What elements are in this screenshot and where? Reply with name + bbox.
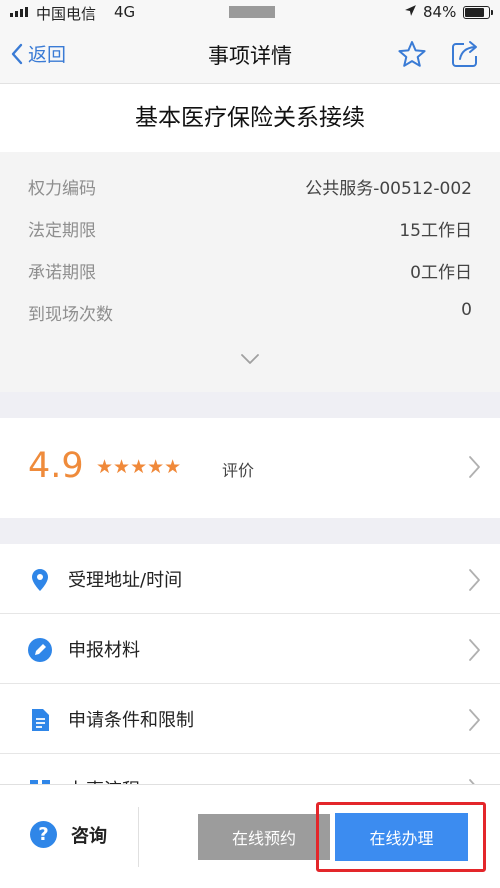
chevron-right-icon [467, 638, 481, 666]
info-value: 0 [461, 300, 472, 320]
info-value: 公共服务-00512-002 [305, 179, 472, 199]
divider [138, 807, 139, 867]
menu-item-label: 申报材料 [68, 640, 140, 661]
highlight-box [316, 802, 486, 872]
carrier-name: 中国电信 [36, 5, 97, 23]
location-pin-icon [26, 566, 54, 594]
star-rating-icon: ★★★★★ [96, 456, 182, 478]
location-arrow-icon [404, 4, 417, 21]
chevron-down-icon[interactable] [240, 350, 260, 369]
network-type: 4G [114, 3, 136, 21]
flow-icon [26, 776, 54, 784]
info-label: 承诺期限 [28, 263, 96, 283]
star-icon[interactable] [397, 40, 427, 72]
redacted-time [229, 6, 275, 18]
item-title: 基本医疗保险关系接续 [0, 84, 500, 152]
menu-item-label: 办事流程 [68, 776, 140, 784]
menu-item-address[interactable]: 受理地址/时间 [0, 544, 500, 614]
chevron-right-icon [467, 708, 481, 736]
info-row: 权力编码 公共服务-00512-002 [28, 174, 472, 204]
detail-menu: 受理地址/时间 申报材料 申请条件和限制 办事流程 [0, 544, 500, 784]
nav-bar: 返回 事项详情 [0, 24, 500, 84]
rating-label: 评价 [222, 461, 255, 480]
info-label: 法定期限 [28, 221, 96, 241]
bottom-action-bar: ? 咨询 在线预约 在线办理 [0, 784, 500, 888]
chevron-right-icon [467, 455, 481, 483]
battery-percent: 84% [423, 3, 457, 21]
consult-button[interactable]: ? 咨询 [30, 821, 107, 848]
menu-item-conditions[interactable]: 申请条件和限制 [0, 684, 500, 754]
info-panel: 权力编码 公共服务-00512-002 法定期限 15工作日 承诺期限 0工作日… [0, 152, 500, 392]
question-icon: ? [30, 821, 57, 848]
menu-item-label: 受理地址/时间 [68, 570, 183, 591]
rating-row[interactable]: 4.9 ★★★★★ 评价 [0, 418, 500, 518]
info-row: 承诺期限 0工作日 [28, 258, 472, 288]
info-value: 0工作日 [410, 263, 472, 283]
document-icon [26, 706, 54, 734]
battery-icon [463, 6, 493, 19]
menu-item-materials[interactable]: 申报材料 [0, 614, 500, 684]
info-row: 法定期限 15工作日 [28, 216, 472, 246]
chevron-right-icon [467, 568, 481, 596]
status-bar: 中国电信 4G 84% [0, 0, 500, 24]
info-label: 权力编码 [28, 179, 96, 199]
edit-icon [26, 636, 54, 664]
info-row: 到现场次数 0 [28, 300, 472, 330]
share-icon[interactable] [451, 40, 481, 72]
rating-score: 4.9 [28, 446, 84, 486]
menu-item-process[interactable]: 办事流程 [0, 754, 500, 784]
online-booking-button[interactable]: 在线预约 [198, 814, 330, 860]
menu-item-label: 申请条件和限制 [68, 710, 194, 731]
signal-icon [10, 7, 28, 17]
info-value: 15工作日 [399, 221, 472, 241]
consult-label: 咨询 [71, 825, 107, 847]
info-label: 到现场次数 [28, 305, 113, 325]
